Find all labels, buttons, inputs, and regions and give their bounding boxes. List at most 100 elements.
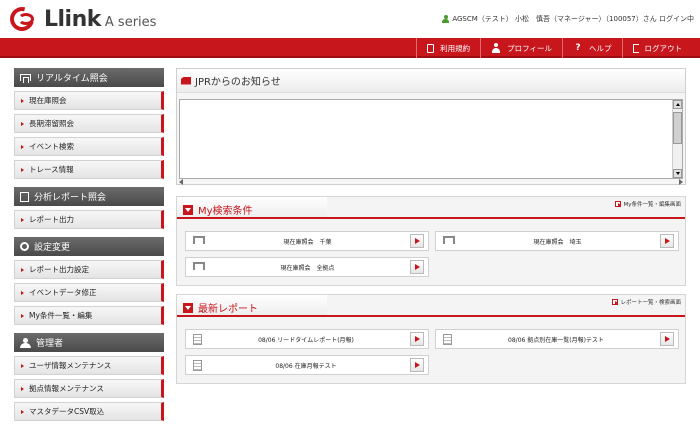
notice-vertical-scrollbar[interactable] bbox=[672, 100, 682, 178]
scroll-right-icon[interactable] bbox=[679, 179, 683, 185]
section-settings: 設定変更 レポート出力設定 イベントデータ修正 My条件一覧・編集 bbox=[14, 237, 164, 325]
nav-profile[interactable]: プロフィール bbox=[480, 38, 562, 58]
notice-title: JPRからのお知らせ bbox=[195, 77, 281, 88]
sidebar-item-my-conditions[interactable]: My条件一覧・編集 bbox=[14, 306, 164, 325]
nav-terms-label: 利用規約 bbox=[440, 43, 471, 53]
question-icon: ? bbox=[575, 43, 581, 53]
arrow-right-icon bbox=[21, 290, 24, 295]
gear-icon bbox=[20, 242, 29, 251]
my-conditions-link-text: My条件一覧・編集画面 bbox=[623, 202, 681, 208]
stock-icon bbox=[193, 262, 205, 272]
report-item[interactable]: 08/06 拠点別在庫一覧(月報)テスト bbox=[435, 329, 679, 349]
sidebar-item-label: ユーザ情報メンテナンス bbox=[29, 361, 112, 370]
sidebar-item-label: My条件一覧・編集 bbox=[29, 311, 93, 320]
llink-logo-icon bbox=[5, 2, 39, 36]
my-condition-item[interactable]: 現在庫照会 埼玉 bbox=[435, 231, 679, 251]
sidebar-item-label: 長期滞留照会 bbox=[29, 119, 74, 128]
my-condition-item[interactable]: 現在庫照会 全拠点 bbox=[185, 257, 429, 277]
play-button[interactable] bbox=[410, 234, 424, 248]
admin-icon bbox=[20, 338, 31, 348]
report-label: 08/06 リードタイムレポート(月報) bbox=[258, 336, 354, 344]
report-label: 08/06 在庫月報テスト bbox=[275, 362, 337, 370]
report-icon bbox=[20, 191, 29, 202]
nav-profile-label: プロフィール bbox=[507, 43, 552, 53]
report-doc-icon bbox=[193, 333, 202, 345]
condition-label: 現在庫照会 千葉 bbox=[283, 238, 332, 246]
sidebar-item-trace[interactable]: トレース情報 bbox=[14, 160, 164, 179]
report-item[interactable]: 08/06 在庫月報テスト bbox=[185, 355, 429, 375]
logo-sub: A series bbox=[104, 14, 157, 30]
chevron-down-icon bbox=[183, 302, 193, 313]
nav-logout-label: ログアウト bbox=[644, 43, 683, 53]
arrow-right-icon bbox=[21, 167, 24, 172]
top-nav-bar: 利用規約 プロフィール ? ヘルプ ログアウト bbox=[0, 38, 700, 58]
nav-help[interactable]: ? ヘルプ bbox=[562, 38, 622, 58]
sidebar-item-label: 現在庫照会 bbox=[29, 96, 67, 105]
latest-reports-title-text: 最新レポート bbox=[198, 304, 258, 315]
arrow-right-icon bbox=[21, 217, 24, 222]
section-title: 設定変更 bbox=[34, 243, 71, 253]
sidebar-item-label: トレース情報 bbox=[29, 165, 74, 174]
sidebar-item-label: イベントデータ修正 bbox=[29, 288, 97, 297]
section-title: リアルタイム照会 bbox=[36, 74, 108, 84]
logo[interactable]: Llink A series bbox=[5, 2, 157, 36]
chevron-down-icon bbox=[183, 204, 193, 215]
sidebar-item-long-stay[interactable]: 長期滞留照会 bbox=[14, 114, 164, 133]
report-list-link[interactable]: レポート一覧・検索画面 bbox=[612, 298, 681, 306]
stock-icon bbox=[193, 236, 205, 246]
my-search-title-text: My検索条件 bbox=[198, 206, 253, 217]
arrow-right-icon bbox=[21, 144, 24, 149]
nav-terms[interactable]: 利用規約 bbox=[416, 38, 480, 58]
my-conditions-link[interactable]: My条件一覧・編集画面 bbox=[615, 200, 681, 208]
my-search-title: My検索条件 bbox=[183, 202, 253, 217]
sidebar-item-user-maintenance[interactable]: ユーザ情報メンテナンス bbox=[14, 356, 164, 375]
play-button[interactable] bbox=[410, 260, 424, 274]
scroll-thumb[interactable] bbox=[673, 112, 682, 144]
sidebar-item-label: マスタデータCSV取込 bbox=[29, 407, 105, 416]
my-search-panel: My検索条件 My条件一覧・編集画面 現在庫照会 千葉 現在庫照会 埼玉 現在庫… bbox=[176, 196, 686, 286]
notice-horizontal-scrollbar[interactable] bbox=[179, 179, 683, 185]
section-analysis: 分析レポート照会 レポート出力 bbox=[14, 187, 164, 229]
section-realtime-header: リアルタイム照会 bbox=[14, 68, 164, 87]
sidebar-item-event-search[interactable]: イベント検索 bbox=[14, 137, 164, 156]
sidebar-item-csv-import[interactable]: マスタデータCSV取込 bbox=[14, 402, 164, 421]
report-list-link-text: レポート一覧・検索画面 bbox=[620, 300, 681, 306]
scroll-left-icon[interactable] bbox=[179, 179, 183, 185]
sidebar-item-label: イベント検索 bbox=[29, 142, 74, 151]
user-icon bbox=[442, 15, 450, 23]
section-settings-header: 設定変更 bbox=[14, 237, 164, 256]
nav-logout[interactable]: ログアウト bbox=[621, 38, 693, 58]
play-button[interactable] bbox=[410, 332, 424, 346]
scroll-up-icon[interactable] bbox=[673, 100, 682, 109]
notice-mark-icon bbox=[181, 76, 191, 85]
sidebar-item-current-stock[interactable]: 現在庫照会 bbox=[14, 91, 164, 110]
section-title: 分析レポート照会 bbox=[34, 193, 107, 203]
play-button[interactable] bbox=[660, 234, 674, 248]
section-realtime: リアルタイム照会 現在庫照会 長期滞留照会 イベント検索 トレース情報 bbox=[14, 68, 164, 179]
scroll-down-icon[interactable] bbox=[673, 169, 682, 178]
report-doc-icon bbox=[443, 333, 452, 345]
arrow-right-icon bbox=[21, 98, 24, 103]
realtime-icon bbox=[20, 74, 31, 83]
sidebar-item-site-maintenance[interactable]: 拠点情報メンテナンス bbox=[14, 379, 164, 398]
sidebar-item-report-output[interactable]: レポート出力 bbox=[14, 210, 164, 229]
play-button[interactable] bbox=[410, 358, 424, 372]
play-button[interactable] bbox=[660, 332, 674, 346]
report-item[interactable]: 08/06 リードタイムレポート(月報) bbox=[185, 329, 429, 349]
sidebar-item-event-edit[interactable]: イベントデータ修正 bbox=[14, 283, 164, 302]
report-label: 08/06 拠点別在庫一覧(月報)テスト bbox=[508, 336, 604, 344]
link-arrow-icon bbox=[615, 201, 622, 207]
condition-label: 現在庫照会 全拠点 bbox=[280, 264, 335, 272]
sidebar-item-report-settings[interactable]: レポート出力設定 bbox=[14, 260, 164, 279]
notice-panel: JPRからのお知らせ bbox=[176, 68, 686, 185]
arrow-right-icon bbox=[21, 267, 24, 272]
notice-header: JPRからのお知らせ bbox=[177, 69, 685, 93]
document-icon bbox=[427, 43, 435, 53]
stock-icon bbox=[443, 236, 455, 246]
section-analysis-header: 分析レポート照会 bbox=[14, 187, 164, 206]
notice-textarea[interactable] bbox=[179, 99, 683, 179]
panel-rule bbox=[327, 217, 685, 219]
sidebar-item-label: レポート出力 bbox=[29, 215, 74, 224]
logout-icon bbox=[632, 43, 639, 53]
my-condition-item[interactable]: 現在庫照会 千葉 bbox=[185, 231, 429, 251]
